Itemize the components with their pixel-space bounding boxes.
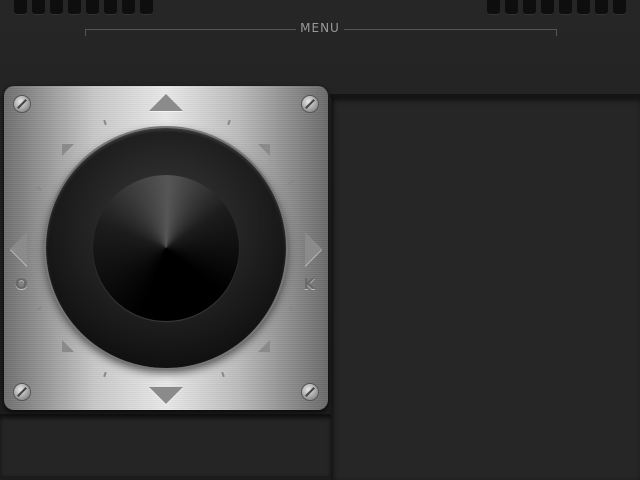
- vent-slot: [541, 0, 554, 15]
- vent-slot: [505, 0, 518, 15]
- bottom-panel: [0, 414, 331, 476]
- tick-mark: [103, 371, 107, 378]
- vent-slot: [140, 0, 153, 15]
- dpad-down-right-button[interactable]: [258, 340, 270, 352]
- vent-slot: [122, 0, 135, 15]
- dpad-up-button[interactable]: [149, 94, 183, 111]
- tick-mark: [221, 371, 225, 378]
- screw-icon: [14, 96, 30, 112]
- screen-panel: [331, 98, 640, 480]
- dpad-up-left-button[interactable]: [62, 144, 74, 156]
- vent-slot: [86, 0, 99, 15]
- vent-slot: [523, 0, 536, 15]
- dpad-right-button[interactable]: [305, 232, 322, 266]
- vent-slot: [559, 0, 572, 15]
- vent-slot: [613, 0, 626, 15]
- dpad-left-button[interactable]: [10, 232, 27, 266]
- vent-slot: [595, 0, 608, 15]
- joystick-ring[interactable]: [46, 128, 286, 368]
- vent-slot: [68, 0, 81, 15]
- o-key-label: O: [15, 275, 28, 293]
- top-left-vent: [14, 0, 153, 16]
- tick-mark: [103, 119, 107, 126]
- tick-mark: [36, 186, 42, 191]
- menu-bracket-left: [85, 29, 296, 36]
- vent-slot: [104, 0, 117, 15]
- tick-mark: [288, 306, 294, 311]
- vent-slot: [32, 0, 45, 15]
- tick-mark: [227, 119, 231, 126]
- k-key-label: K: [303, 275, 315, 293]
- dpad-down-button[interactable]: [149, 387, 183, 404]
- tick-mark: [36, 306, 42, 311]
- menu-bracket-right: [344, 29, 557, 36]
- joystick-knob[interactable]: [93, 175, 239, 321]
- top-right-vent: [487, 0, 626, 16]
- dpad-plate: O K: [4, 86, 328, 410]
- screw-icon: [302, 384, 318, 400]
- screw-icon: [14, 384, 30, 400]
- vent-slot: [50, 0, 63, 15]
- vent-slot: [487, 0, 500, 15]
- vent-slot: [14, 0, 27, 15]
- screw-icon: [302, 96, 318, 112]
- menu-button[interactable]: MENU: [295, 21, 345, 35]
- vent-slot: [577, 0, 590, 15]
- dpad-down-left-button[interactable]: [62, 340, 74, 352]
- dpad-up-right-button[interactable]: [258, 144, 270, 156]
- tick-mark: [288, 180, 294, 185]
